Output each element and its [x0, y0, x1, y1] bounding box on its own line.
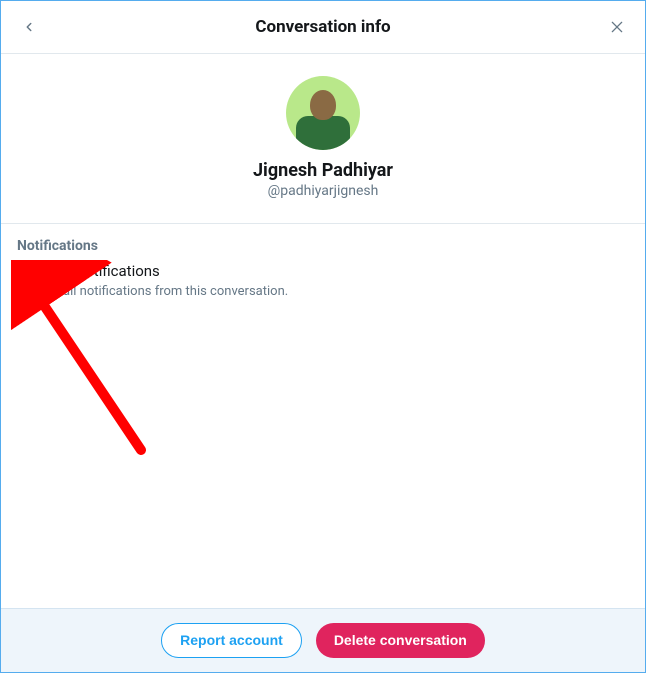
- report-account-button[interactable]: Report account: [161, 623, 302, 658]
- conversation-info-panel: Conversation info Jignesh Padhiyar @padh…: [0, 0, 646, 673]
- delete-conversation-button[interactable]: Delete conversation: [316, 623, 485, 658]
- mute-row: Mute notifications: [17, 262, 629, 280]
- footer: Report account Delete conversation: [1, 608, 645, 672]
- section-heading: Notifications: [17, 238, 629, 254]
- profile-section: Jignesh Padhiyar @padhiyarjignesh: [1, 54, 645, 224]
- display-name[interactable]: Jignesh Padhiyar: [17, 160, 629, 181]
- mute-label[interactable]: Mute notifications: [39, 262, 160, 280]
- user-handle[interactable]: @padhiyarjignesh: [17, 183, 629, 199]
- page-title: Conversation info: [255, 17, 390, 37]
- notifications-section: Notifications Mute notifications Disable…: [1, 224, 645, 608]
- close-icon: [609, 19, 625, 35]
- close-button[interactable]: [605, 15, 629, 39]
- avatar[interactable]: [286, 76, 360, 150]
- back-button[interactable]: [17, 15, 41, 39]
- mute-description: Disable all notifications from this conv…: [17, 284, 629, 299]
- chevron-left-icon: [22, 20, 36, 34]
- mute-checkbox[interactable]: [17, 264, 31, 278]
- header: Conversation info: [1, 1, 645, 54]
